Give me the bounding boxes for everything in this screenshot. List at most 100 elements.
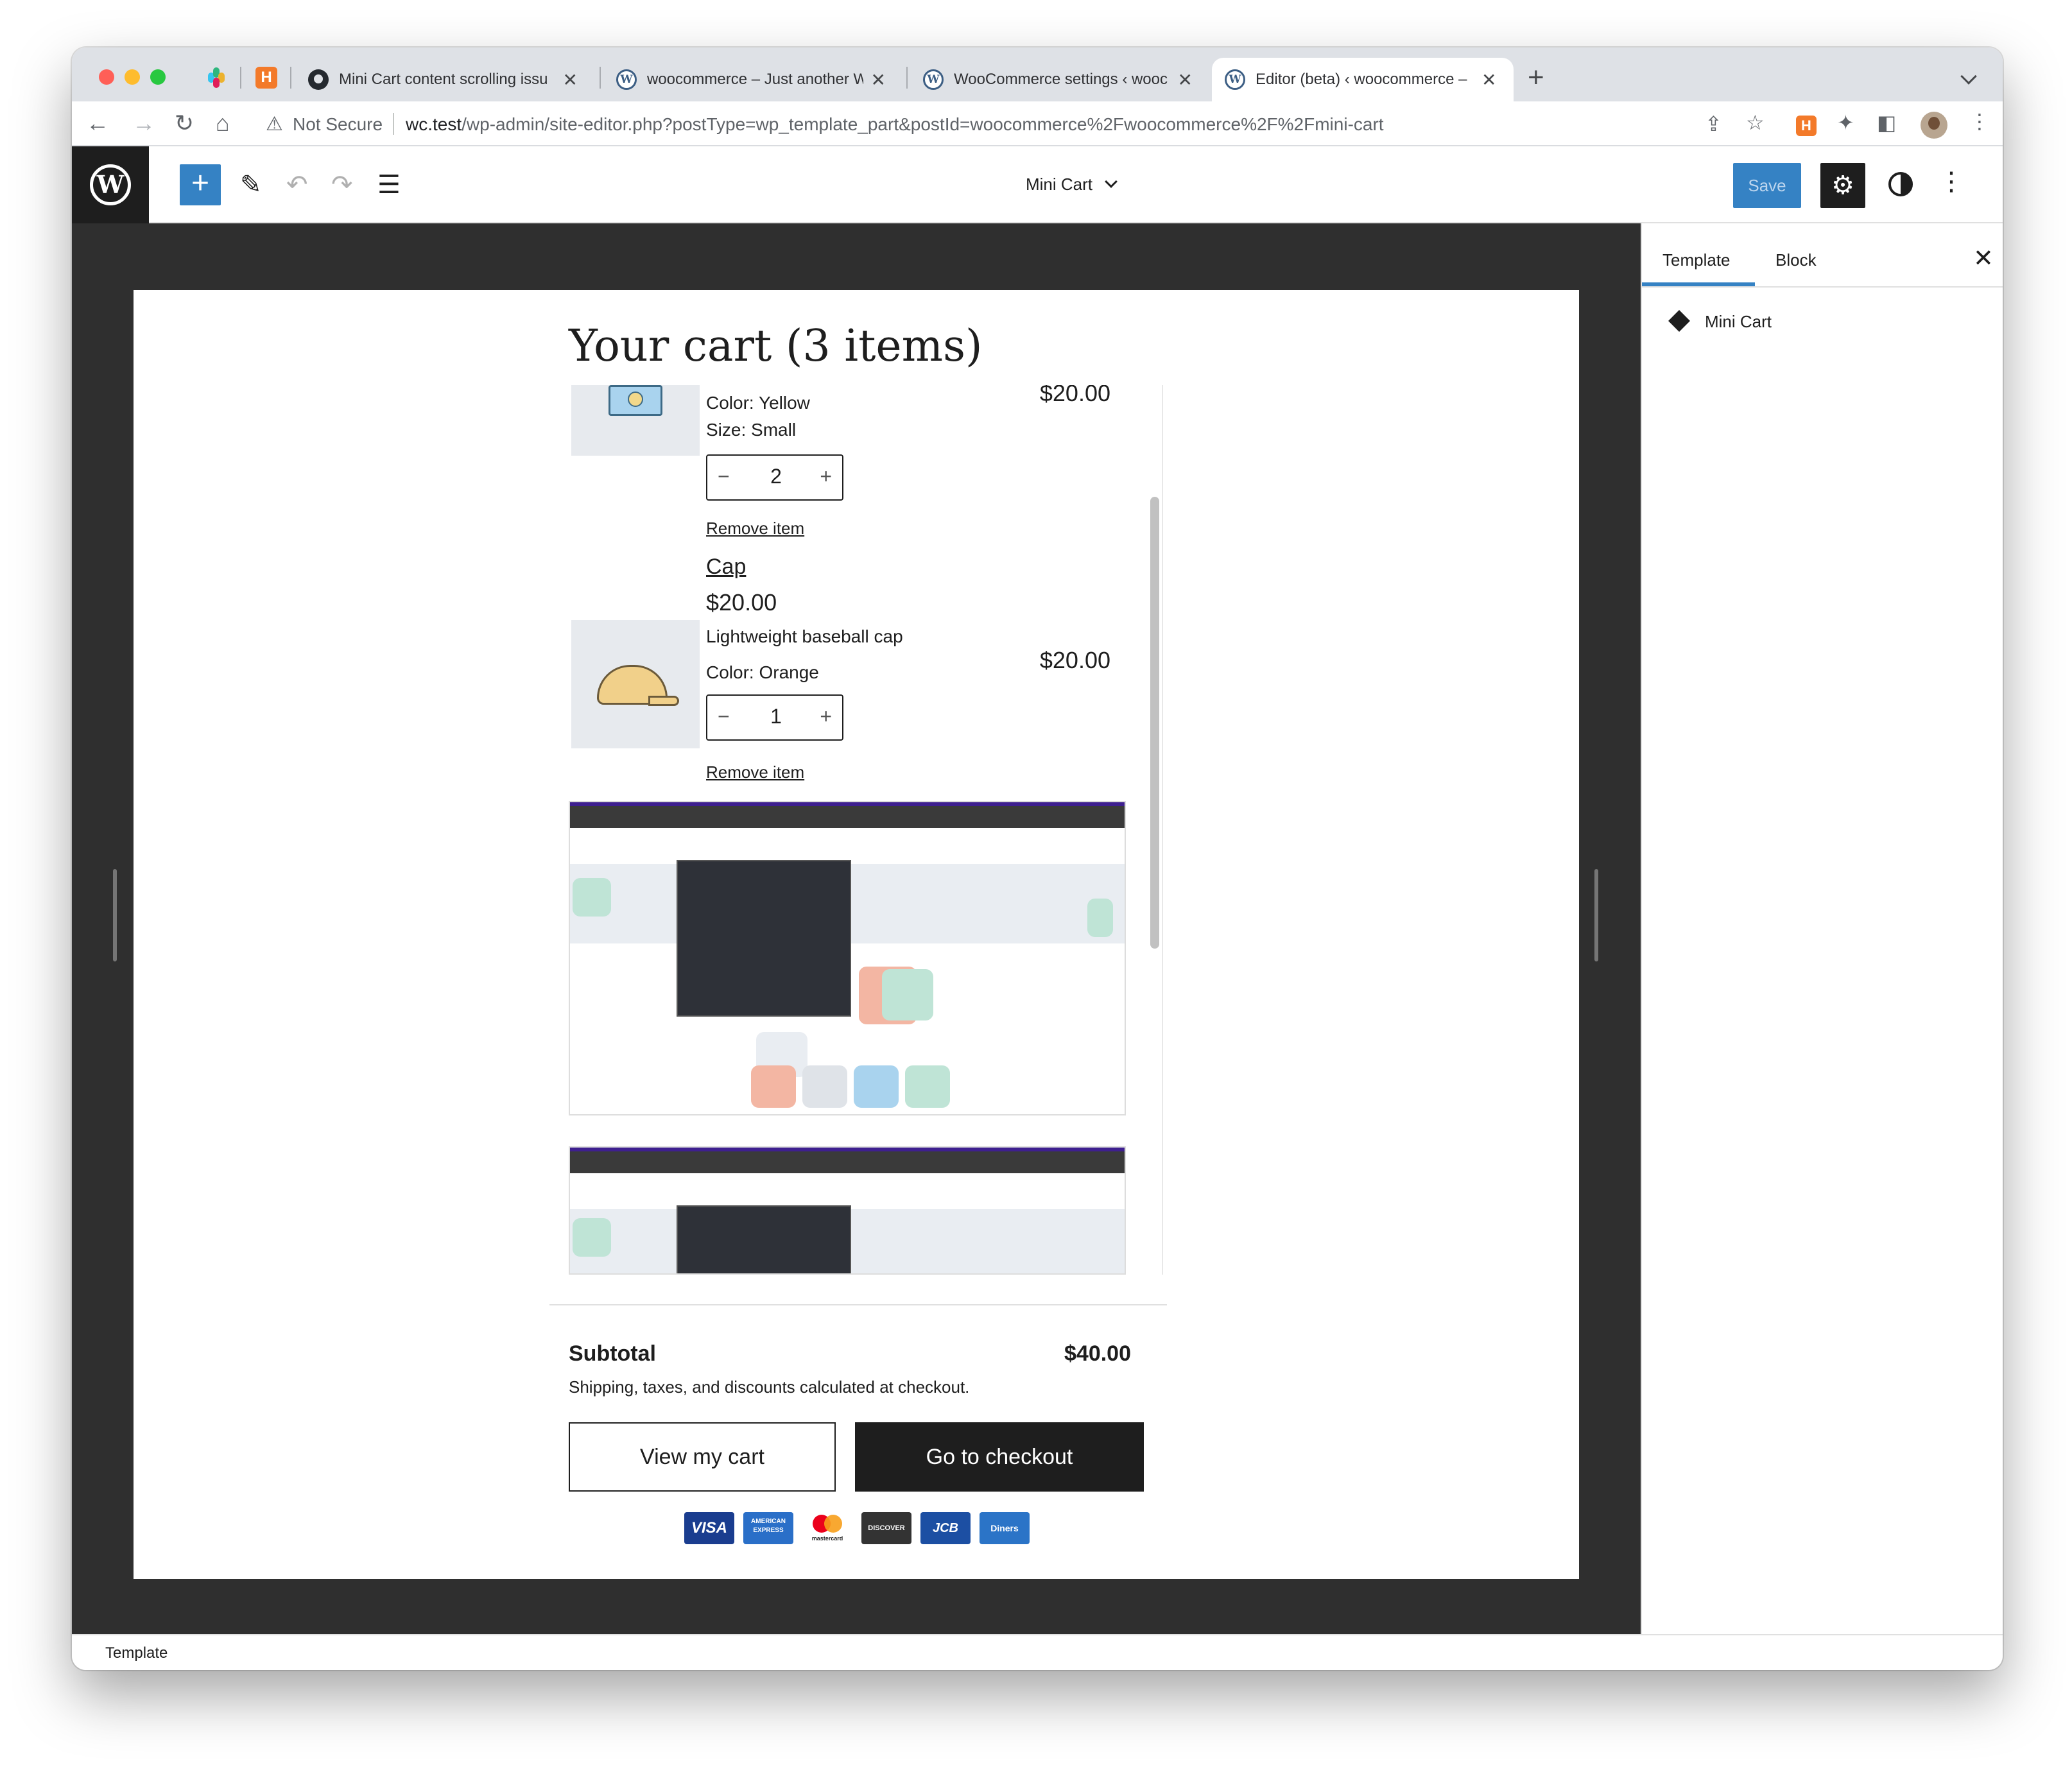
screenshot-shirt-shape bbox=[573, 878, 611, 917]
close-sidebar-icon[interactable]: ✕ bbox=[1973, 244, 1994, 273]
cart-item: Cap $20.00 Lightweight baseball cap Colo… bbox=[533, 551, 1150, 782]
profile-avatar[interactable] bbox=[1921, 112, 1947, 139]
address-bar[interactable]: ⚠ Not Secure wc.test/wp-admin/site-edito… bbox=[253, 107, 1906, 141]
item-attribute-color: Color: Yellow bbox=[706, 393, 810, 413]
tab-block[interactable]: Block bbox=[1775, 250, 1817, 270]
maximize-window-button[interactable] bbox=[150, 69, 166, 85]
extension-h-icon[interactable]: H bbox=[1796, 116, 1817, 136]
product-image-cap[interactable] bbox=[571, 620, 700, 748]
save-button[interactable]: Save bbox=[1733, 163, 1801, 208]
product-image-beanie[interactable] bbox=[571, 385, 700, 456]
reload-icon[interactable]: ↻ bbox=[175, 110, 194, 136]
tab-woocommerce-settings[interactable]: WooCommerce settings ‹ wooc ✕ bbox=[910, 58, 1205, 101]
decrease-quantity-button[interactable]: − bbox=[718, 705, 730, 728]
quantity-stepper[interactable]: − 2 + bbox=[706, 454, 843, 501]
cart-item: Color: Yellow Size: Small − 2 + Remove i… bbox=[533, 385, 1150, 552]
discover-card-icon: DISCOVER bbox=[861, 1512, 911, 1544]
tab-woocommerce-site[interactable]: woocommerce – Just another W ✕ bbox=[603, 58, 899, 101]
quantity-value[interactable]: 2 bbox=[766, 465, 786, 488]
browser-toolbar: ← → ↻ ⌂ ⚠ Not Secure wc.test/wp-admin/si… bbox=[72, 101, 2003, 146]
browser-menu-icon[interactable]: ⋮ bbox=[1969, 109, 1990, 133]
payment-methods: VISA AMERICAN EXPRESS mastercard DISCOVE… bbox=[684, 1512, 1030, 1544]
wordpress-icon: W bbox=[90, 164, 131, 205]
edit-pencil-icon[interactable]: ✎ bbox=[240, 169, 262, 200]
minimize-window-button[interactable] bbox=[125, 69, 140, 85]
cart-items-scroll-area[interactable]: Color: Yellow Size: Small − 2 + Remove i… bbox=[533, 385, 1163, 1275]
tab-label: Editor (beta) ‹ woocommerce – bbox=[1256, 71, 1467, 88]
increase-quantity-button[interactable]: + bbox=[820, 705, 832, 728]
tab-editor-beta[interactable]: Editor (beta) ‹ woocommerce – ✕ bbox=[1212, 58, 1514, 101]
styles-contrast-icon[interactable] bbox=[1888, 172, 1913, 196]
increase-quantity-button[interactable]: + bbox=[820, 465, 832, 488]
bookmark-star-icon[interactable]: ☆ bbox=[1746, 110, 1765, 135]
tab-close-icon[interactable]: ✕ bbox=[563, 69, 578, 90]
settings-gear-icon[interactable]: ⚙ bbox=[1820, 163, 1865, 208]
embedded-screenshot-image[interactable] bbox=[569, 801, 1126, 1115]
wordpress-logo-button[interactable]: W bbox=[72, 146, 149, 223]
screenshot-dark-panel bbox=[677, 1205, 851, 1273]
view-cart-button[interactable]: View my cart bbox=[569, 1422, 836, 1492]
url-path: /wp-admin/site-editor.php?postType=wp_te… bbox=[462, 114, 1384, 134]
undo-icon[interactable]: ↶ bbox=[286, 169, 308, 200]
tab-label: woocommerce – Just another W bbox=[647, 71, 863, 88]
item-line-total: $20.00 bbox=[1039, 385, 1110, 406]
tab-github-issue[interactable]: Mini Cart content scrolling issu ✕ bbox=[295, 58, 591, 101]
mastercard-card-icon: mastercard bbox=[802, 1512, 852, 1544]
tab-close-icon[interactable]: ✕ bbox=[1481, 69, 1496, 90]
remove-item-link[interactable]: Remove item bbox=[706, 519, 804, 538]
home-icon[interactable]: ⌂ bbox=[216, 110, 230, 136]
add-block-button[interactable]: + bbox=[180, 164, 221, 205]
share-icon[interactable]: ⇪ bbox=[1705, 112, 1722, 136]
options-more-icon[interactable]: ⋮ bbox=[1938, 166, 1964, 198]
tab-separator bbox=[600, 67, 601, 89]
subtotal-label: Subtotal bbox=[569, 1341, 656, 1366]
extensions-puzzle-icon[interactable]: ✦ bbox=[1837, 110, 1854, 135]
security-status[interactable]: Not Secure bbox=[293, 114, 383, 135]
sidebar-block-name: Mini Cart bbox=[1705, 312, 1772, 331]
forward-arrow-icon[interactable]: → bbox=[132, 110, 155, 136]
embedded-screenshot-image[interactable] bbox=[569, 1146, 1126, 1275]
resize-handle-left[interactable] bbox=[113, 869, 117, 961]
browser-tab-bar: H Mini Cart content scrolling issu ✕ woo… bbox=[72, 47, 2003, 101]
document-title-dropdown[interactable]: Mini Cart bbox=[1026, 175, 1118, 194]
close-window-button[interactable] bbox=[99, 69, 114, 85]
browser-window: H Mini Cart content scrolling issu ✕ woo… bbox=[72, 47, 2003, 1670]
visa-card-icon: VISA bbox=[684, 1512, 734, 1544]
item-attribute-size: Size: Small bbox=[706, 420, 797, 440]
tab-separator bbox=[240, 67, 241, 89]
side-panel-icon[interactable]: ◧ bbox=[1877, 110, 1896, 135]
github-icon bbox=[308, 69, 329, 90]
new-tab-button[interactable]: + bbox=[1528, 62, 1544, 94]
decrease-quantity-button[interactable]: − bbox=[718, 465, 730, 488]
tab-close-icon[interactable]: ✕ bbox=[871, 69, 886, 90]
url-text[interactable]: wc.test/wp-admin/site-editor.php?postTyp… bbox=[406, 114, 1384, 135]
jcb-card-icon: JCB bbox=[920, 1512, 971, 1544]
remove-item-link[interactable]: Remove item bbox=[706, 762, 804, 782]
redo-icon[interactable]: ↷ bbox=[331, 169, 353, 200]
pinned-tab-h-icon[interactable]: H bbox=[255, 67, 277, 89]
tab-label: WooCommerce settings ‹ wooc bbox=[954, 71, 1168, 88]
list-view-icon[interactable]: ☰ bbox=[377, 169, 401, 200]
product-name-link[interactable]: Cap bbox=[706, 555, 746, 580]
slack-pinned-tab-icon[interactable] bbox=[205, 67, 227, 89]
checkout-button[interactable]: Go to checkout bbox=[855, 1422, 1144, 1492]
tab-separator bbox=[906, 67, 908, 89]
warning-triangle-icon: ⚠ bbox=[266, 114, 283, 135]
cart-items-scrollbar[interactable] bbox=[1150, 497, 1159, 949]
screenshot-shirt-shape bbox=[573, 1218, 611, 1257]
tab-template[interactable]: Template bbox=[1662, 250, 1731, 270]
tab-search-chevron-icon[interactable] bbox=[1960, 68, 1977, 85]
sidebar-tabs-divider bbox=[1642, 286, 2003, 288]
resize-handle-right[interactable] bbox=[1594, 869, 1598, 961]
breadcrumb-template[interactable]: Template bbox=[105, 1644, 168, 1662]
quantity-stepper[interactable]: − 1 + bbox=[706, 694, 843, 741]
editor-breadcrumb-bar: Template bbox=[72, 1634, 2003, 1670]
quantity-value[interactable]: 1 bbox=[766, 705, 786, 728]
active-tab-indicator bbox=[1642, 282, 1755, 286]
editor-header: W + ✎ ↶ ↷ ☰ Mini Cart Save ⚙ ⋮ bbox=[72, 146, 2003, 223]
amex-card-icon: AMERICAN EXPRESS bbox=[743, 1512, 793, 1544]
mini-cart-block-icon bbox=[1668, 309, 1691, 332]
screenshot-product-tile bbox=[751, 1065, 796, 1108]
tab-close-icon[interactable]: ✕ bbox=[1178, 69, 1193, 90]
back-arrow-icon[interactable]: ← bbox=[86, 110, 109, 136]
